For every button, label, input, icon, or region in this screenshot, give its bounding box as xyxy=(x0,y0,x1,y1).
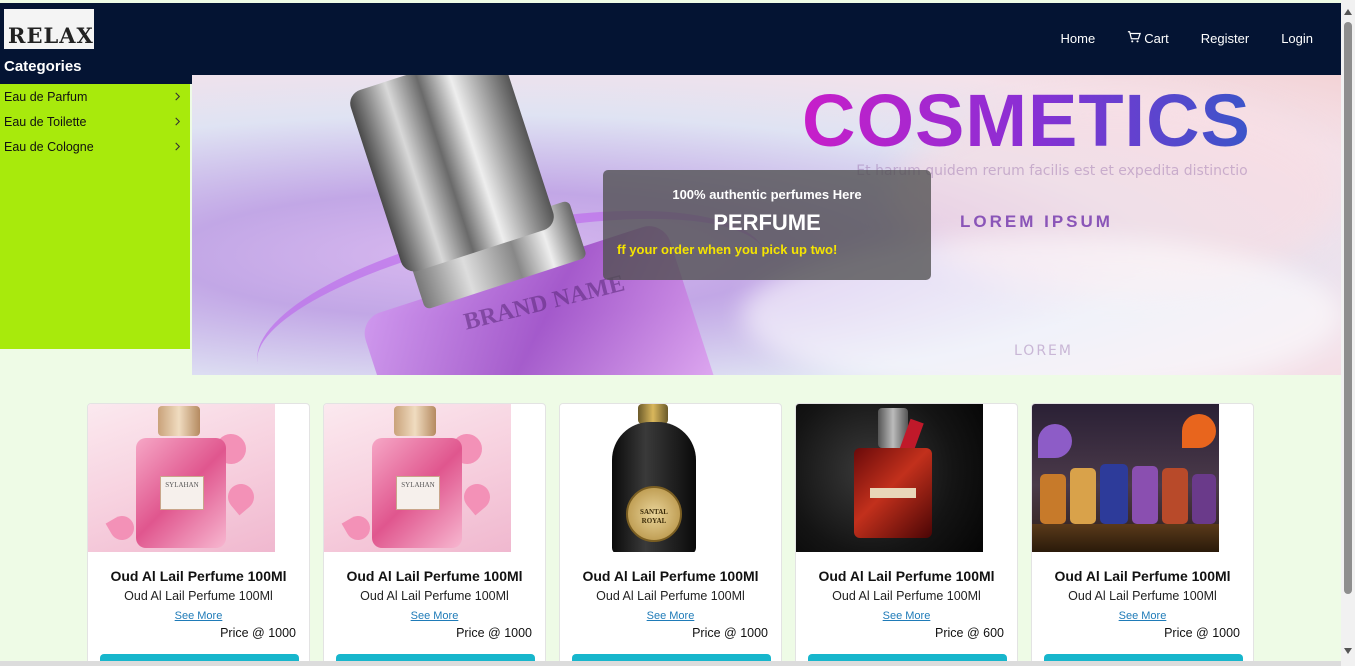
product-card[interactable]: SANTAL ROYAL Oud Al Lail Perfume 100Ml O… xyxy=(559,403,782,666)
product-image[interactable] xyxy=(1032,404,1219,552)
product-card[interactable]: Oud Al Lail Perfume 100Ml Oud Al Lail Pe… xyxy=(1031,403,1254,666)
bottle-label xyxy=(870,488,916,498)
product-description: Oud Al Lail Perfume 100Ml xyxy=(360,589,509,603)
sidebar-item-label: Eau de Cologne xyxy=(4,139,94,154)
product-card[interactable]: Oud Al Lail Perfume 100Ml Oud Al Lail Pe… xyxy=(795,403,1018,666)
bottle-body xyxy=(1070,468,1096,524)
flower-decoration xyxy=(341,511,375,545)
scroll-up-arrow-icon[interactable] xyxy=(1344,9,1352,15)
nav-home-label: Home xyxy=(1060,31,1096,46)
chevron-right-icon xyxy=(175,117,181,126)
logo-text: RELAX xyxy=(8,23,94,48)
categories-title: Categories xyxy=(4,58,82,75)
bottle-body xyxy=(1100,464,1128,524)
sidebar-item-eau-de-parfum[interactable]: Eau de Parfum xyxy=(0,84,190,109)
brand-logo[interactable]: RELAX xyxy=(4,9,94,49)
product-name: Oud Al Lail Perfume 100Ml xyxy=(1054,568,1231,584)
flower-decoration xyxy=(1038,424,1072,458)
product-price: Price @ 1000 xyxy=(1164,626,1240,640)
scroll-down-arrow-icon[interactable] xyxy=(1344,648,1352,654)
hero-caption: 100% authentic perfumes Here PERFUME ff … xyxy=(603,170,931,280)
cart-icon xyxy=(1127,30,1142,47)
flower-decoration xyxy=(458,478,496,516)
bottle-label: SYLAHAN xyxy=(160,476,204,510)
product-description: Oud Al Lail Perfume 100Ml xyxy=(124,589,273,603)
chevron-right-icon xyxy=(175,92,181,101)
banner-faint-lorem: LOREM xyxy=(1014,343,1073,359)
categories-sidebar: Eau de Parfum Eau de Toilette Eau de Col… xyxy=(0,84,190,349)
product-price: Price @ 1000 xyxy=(220,626,296,640)
navbar: RELAX Categories Home Cart Register Logi… xyxy=(0,3,1341,84)
product-price: Price @ 1000 xyxy=(692,626,768,640)
page-bottom-edge xyxy=(0,661,1341,666)
bottle-body xyxy=(1192,474,1216,524)
product-price: Price @ 1000 xyxy=(456,626,532,640)
flower-decoration xyxy=(222,478,260,516)
page-viewport: RELAX Categories Home Cart Register Logi… xyxy=(0,0,1341,666)
product-description: Oud Al Lail Perfume 100Ml xyxy=(1068,589,1217,603)
nav-login-label: Login xyxy=(1281,31,1313,46)
sidebar-item-label: Eau de Parfum xyxy=(4,89,88,104)
product-name: Oud Al Lail Perfume 100Ml xyxy=(110,568,287,584)
product-grid: SYLAHAN Oud Al Lail Perfume 100Ml Oud Al… xyxy=(87,403,1254,666)
product-card[interactable]: SYLAHAN Oud Al Lail Perfume 100Ml Oud Al… xyxy=(323,403,546,666)
product-price: Price @ 600 xyxy=(935,626,1004,640)
bottle-label: SANTAL ROYAL xyxy=(640,508,668,525)
banner-subtitle: LOREM IPSUM xyxy=(960,212,1113,231)
see-more-link[interactable]: See More xyxy=(88,610,309,622)
bottle-cap xyxy=(158,406,200,436)
product-image[interactable]: SANTAL ROYAL xyxy=(560,404,747,552)
nav-register-link[interactable]: Register xyxy=(1201,30,1249,47)
product-name: Oud Al Lail Perfume 100Ml xyxy=(582,568,759,584)
bottle-body xyxy=(1162,468,1188,524)
nav-login-link[interactable]: Login xyxy=(1281,30,1313,47)
see-more-link[interactable]: See More xyxy=(796,610,1017,622)
nav-home-link[interactable]: Home xyxy=(1061,30,1096,47)
hero-title: PERFUME xyxy=(713,210,821,235)
product-name: Oud Al Lail Perfume 100Ml xyxy=(346,568,523,584)
bottle-cap xyxy=(394,406,436,436)
product-image[interactable] xyxy=(796,404,983,552)
product-description: Oud Al Lail Perfume 100Ml xyxy=(596,589,745,603)
nav-cart-link[interactable]: Cart xyxy=(1127,30,1169,47)
hero-promo: ff your order when you pick up two! xyxy=(617,242,838,257)
hero-tagline: 100% authentic perfumes Here xyxy=(672,187,862,202)
flower-decoration xyxy=(105,511,139,545)
see-more-link[interactable]: See More xyxy=(324,610,545,622)
sidebar-item-eau-de-toilette[interactable]: Eau de Toilette xyxy=(0,109,190,134)
product-card[interactable]: SYLAHAN Oud Al Lail Perfume 100Ml Oud Al… xyxy=(87,403,310,666)
see-more-link[interactable]: See More xyxy=(1032,610,1253,622)
nav-cart-label: Cart xyxy=(1144,31,1169,46)
product-name: Oud Al Lail Perfume 100Ml xyxy=(818,568,995,584)
sidebar-item-eau-de-cologne[interactable]: Eau de Cologne xyxy=(0,134,190,159)
product-image[interactable]: SYLAHAN xyxy=(88,404,275,552)
product-image[interactable]: SYLAHAN xyxy=(324,404,511,552)
product-description: Oud Al Lail Perfume 100Ml xyxy=(832,589,981,603)
scrollbar-thumb[interactable] xyxy=(1344,22,1352,594)
nav-links: Home Cart Register Login xyxy=(1061,30,1313,47)
flower-decoration xyxy=(1182,414,1216,448)
nav-register-label: Register xyxy=(1200,31,1250,46)
banner-title: COSMETICS xyxy=(802,79,1251,162)
see-more-link[interactable]: See More xyxy=(560,610,781,622)
bottle-body xyxy=(1132,466,1158,524)
shelf xyxy=(1032,524,1219,552)
bottle-cap xyxy=(638,404,668,424)
bottle-label: SYLAHAN xyxy=(396,476,440,510)
sidebar-item-label: Eau de Toilette xyxy=(4,114,87,129)
vertical-scrollbar[interactable] xyxy=(1341,0,1355,666)
chevron-right-icon xyxy=(175,142,181,151)
bottle-body xyxy=(1040,474,1066,524)
